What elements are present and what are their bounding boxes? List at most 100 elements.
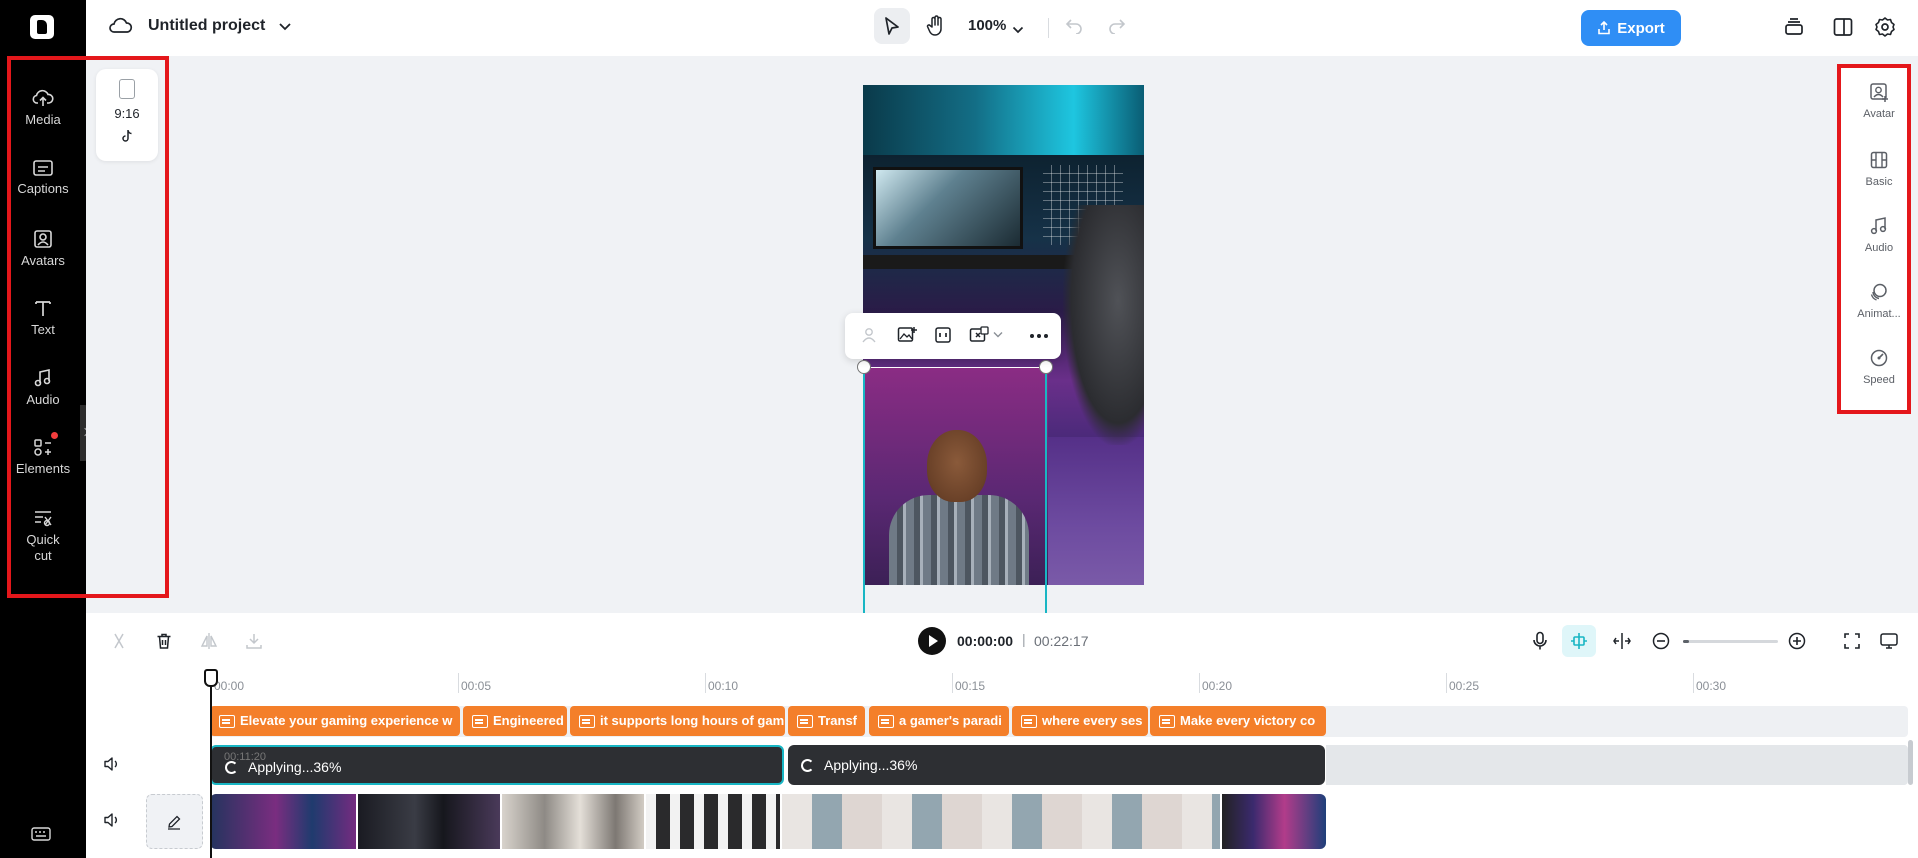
export-label: Export — [1617, 19, 1665, 37]
property-tab-avatar[interactable]: Avatar — [1836, 82, 1918, 120]
sidebar-item-text[interactable]: Text — [0, 298, 86, 338]
video-thumbnail — [210, 794, 358, 849]
mirror-icon[interactable] — [200, 632, 218, 650]
hand-tool-button[interactable] — [918, 8, 954, 44]
replace-image-icon[interactable] — [897, 326, 917, 344]
video-track[interactable] — [210, 794, 1326, 849]
aspect-ratio-card[interactable]: 9:16 — [96, 69, 158, 161]
text-icon — [35, 301, 51, 316]
property-tab-label: Animat... — [1857, 308, 1901, 320]
pencil-icon — [168, 815, 181, 830]
ruler-tick — [1446, 673, 1447, 693]
property-tab-basic[interactable]: Basic — [1836, 150, 1918, 188]
sidebar-item-avatars[interactable]: Avatars — [0, 229, 86, 269]
cloud-save-icon[interactable] — [109, 15, 133, 40]
video-thumbnail — [782, 794, 1222, 849]
caption-clip[interactable]: Elevate your gaming experience w — [210, 706, 460, 736]
caption-clip[interactable]: Transf — [788, 706, 865, 736]
time-separator: | — [1022, 631, 1026, 647]
preview-chair — [1063, 205, 1144, 445]
timeline-zoom-slider[interactable] — [1683, 640, 1778, 643]
quick-cut-icon — [35, 511, 52, 527]
export-icon — [1598, 21, 1611, 35]
property-tab-audio[interactable]: Audio — [1836, 216, 1918, 254]
ruler-tick — [1199, 673, 1200, 693]
preview-mode-icon[interactable] — [1879, 632, 1899, 650]
auto-snap-button[interactable] — [1562, 625, 1596, 657]
caption-clip[interactable]: it supports long hours of gam — [570, 706, 785, 736]
crop-icon[interactable] — [934, 326, 952, 344]
zoom-level[interactable]: 100% — [968, 17, 1006, 34]
audio-ghost-time: 00:11:20 — [224, 751, 267, 763]
property-tab-speed[interactable]: Speed — [1836, 348, 1918, 386]
sidebar-item-label: Captions — [17, 181, 69, 196]
chevron-down-icon[interactable] — [1012, 21, 1024, 39]
playhead[interactable] — [210, 676, 212, 858]
gear-icon[interactable] — [1874, 16, 1896, 43]
sidebar-item-elements[interactable]: Elements — [0, 437, 86, 477]
sidebar-item-captions[interactable]: Captions — [0, 159, 86, 197]
captions-icon — [33, 160, 53, 176]
sidebar-item-quick-cut[interactable]: Quick cut — [0, 508, 86, 564]
aspect-ratio-label: 9:16 — [114, 106, 140, 121]
property-tab-label: Avatar — [1863, 108, 1895, 120]
stack-icon[interactable] — [1783, 16, 1805, 43]
property-tab-animation[interactable]: Animat... — [1836, 282, 1918, 320]
delete-icon[interactable] — [155, 632, 173, 650]
app-logo[interactable] — [30, 15, 54, 39]
divider — [1048, 18, 1049, 38]
caption-clip[interactable]: a gamer's paradi — [869, 706, 1009, 736]
sidebar-item-audio[interactable]: Audio — [0, 368, 86, 408]
redo-icon[interactable] — [1107, 16, 1127, 39]
download-icon[interactable] — [245, 632, 263, 650]
music-note-icon — [34, 369, 51, 387]
layout-panel-icon[interactable] — [1832, 16, 1854, 43]
mask-icon[interactable] — [969, 326, 989, 344]
sidebar-item-media[interactable]: Media — [0, 88, 86, 128]
play-button[interactable] — [918, 627, 946, 655]
phone-ratio-icon — [119, 79, 135, 99]
edit-cover-button[interactable] — [146, 794, 203, 849]
volume-icon[interactable] — [103, 812, 121, 828]
sidebar-item-label: Quick cut — [26, 532, 60, 563]
keyboard-shortcuts-icon[interactable] — [31, 827, 51, 846]
audio-clip[interactable]: Applying...36% — [210, 745, 784, 785]
undo-icon[interactable] — [1064, 16, 1084, 39]
property-tab-label: Audio — [1864, 242, 1894, 254]
link-track-icon[interactable] — [1612, 632, 1632, 650]
ruler-tick — [705, 673, 706, 693]
volume-icon[interactable] — [103, 756, 121, 772]
caption-clip[interactable]: Engineered — [463, 706, 567, 736]
more-options-icon[interactable] — [1029, 333, 1049, 339]
cursor-icon — [885, 17, 899, 35]
resize-handle-right[interactable] — [1039, 360, 1053, 374]
sidebar-item-label: Audio — [26, 392, 60, 407]
preview-top-strip — [863, 85, 1144, 155]
caption-clip[interactable]: Make every victory co — [1150, 706, 1326, 736]
resize-handle-left[interactable] — [857, 360, 871, 374]
select-tool-button[interactable] — [874, 8, 910, 44]
zoom-out-icon[interactable] — [1652, 632, 1670, 650]
playhead-handle[interactable] — [204, 669, 218, 687]
export-button[interactable]: Export — [1581, 10, 1681, 46]
microphone-icon[interactable] — [1531, 631, 1549, 651]
ruler-label: 00:15 — [955, 679, 986, 693]
audio-track[interactable] — [1326, 745, 1908, 785]
timeline-scrollbar[interactable] — [1908, 740, 1913, 785]
loading-spinner-icon — [801, 759, 814, 772]
zoom-in-icon[interactable] — [1788, 632, 1806, 650]
video-thumbnail — [646, 794, 782, 849]
chevron-down-icon[interactable] — [278, 19, 292, 37]
tiktok-icon — [122, 129, 132, 142]
fit-timeline-icon[interactable] — [1843, 632, 1861, 650]
preview-monitor — [873, 167, 1023, 249]
audio-clip-status: Applying...36% — [824, 757, 918, 773]
chevron-down-icon[interactable] — [993, 331, 1003, 339]
left-sidebar: Media Captions Avatars Text Audio Elemen… — [0, 0, 86, 858]
caption-clip[interactable]: where every ses — [1012, 706, 1148, 736]
audio-clip[interactable]: Applying...36% — [788, 745, 1325, 785]
current-time: 00:00:00 — [957, 633, 1014, 649]
selected-layer-box[interactable] — [857, 360, 1053, 613]
split-icon[interactable] — [110, 632, 128, 650]
project-title[interactable]: Untitled project — [148, 17, 265, 35]
